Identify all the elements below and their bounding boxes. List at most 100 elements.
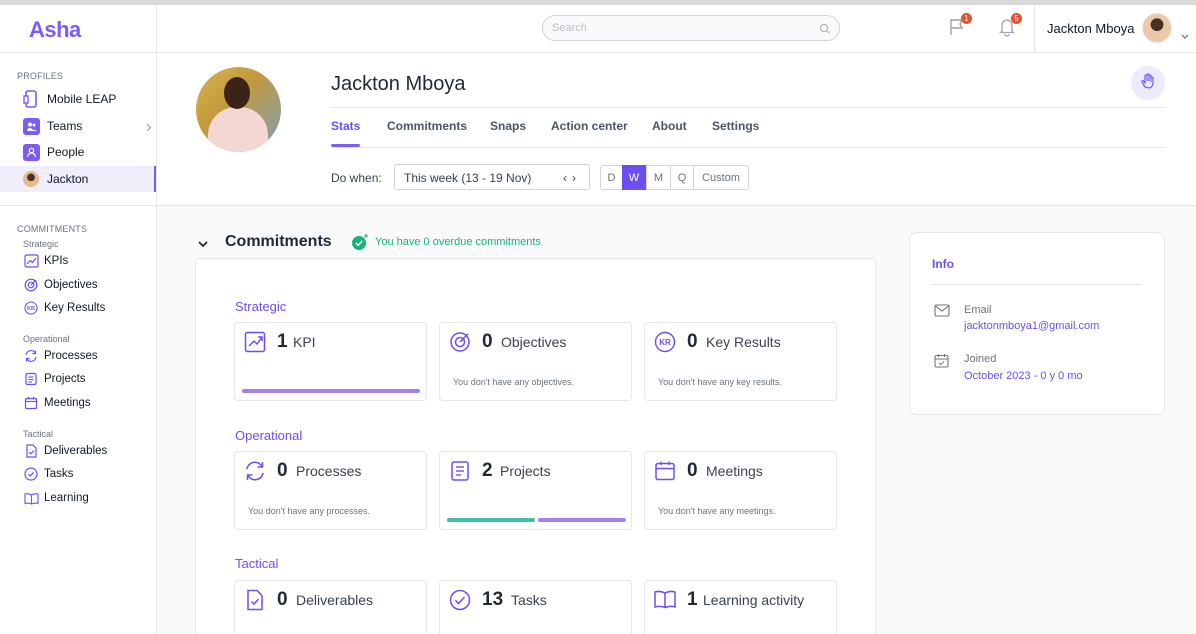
sidebar-item-jackton[interactable]: Jackton bbox=[0, 166, 156, 192]
commitments-title: Commitments bbox=[225, 233, 332, 250]
sidebar-item-key-results[interactable]: KR Key Results bbox=[0, 295, 156, 321]
user-avatar[interactable] bbox=[1142, 13, 1172, 43]
card-meetings[interactable]: 0 Meetings You don't have any meetings. bbox=[644, 451, 837, 530]
sidebar-item-teams[interactable]: Teams bbox=[0, 113, 156, 139]
check-circle-icon bbox=[22, 465, 40, 483]
tab-about[interactable]: About bbox=[652, 119, 687, 133]
joined-value: October 2023 - 0 y 0 mo bbox=[964, 370, 1083, 382]
card-processes[interactable]: 0 Processes You don't have any processes… bbox=[234, 451, 427, 530]
card-count: 1 bbox=[687, 589, 698, 610]
tab-settings[interactable]: Settings bbox=[712, 119, 759, 133]
sidebar-item-label: Teams bbox=[47, 119, 83, 133]
top-bar: Asha 1 5 Jackton Mboya bbox=[0, 0, 1196, 53]
notification-badge: 5 bbox=[1011, 13, 1022, 24]
collapse-chevron-icon[interactable] bbox=[197, 236, 209, 254]
profile-name: Jackton Mboya bbox=[331, 73, 466, 95]
tab-snaps[interactable]: Snaps bbox=[490, 119, 526, 133]
avatar bbox=[22, 170, 40, 188]
card-projects[interactable]: 2 Projects bbox=[439, 451, 632, 530]
wave-button[interactable] bbox=[1131, 66, 1165, 100]
sidebar-item-meetings[interactable]: Meetings bbox=[0, 390, 156, 416]
trend-chart-icon bbox=[244, 331, 266, 353]
flag-badge: 1 bbox=[961, 13, 972, 24]
app-logo[interactable]: Asha bbox=[29, 17, 81, 43]
sidebar-item-label: Meetings bbox=[44, 397, 91, 409]
card-name: Deliverables bbox=[296, 592, 374, 608]
divider bbox=[331, 107, 1165, 108]
card-name: Processes bbox=[296, 463, 362, 479]
sidebar-item-label: Jackton bbox=[47, 172, 89, 186]
period-month[interactable]: M bbox=[646, 165, 671, 190]
empty-message: You don't have any key results. bbox=[658, 377, 782, 387]
search-box[interactable] bbox=[542, 15, 840, 41]
period-custom[interactable]: Custom bbox=[693, 165, 749, 190]
card-name: Learning activity bbox=[703, 592, 805, 608]
book-icon bbox=[22, 489, 40, 507]
card-count: 0 bbox=[687, 460, 698, 481]
flag-button[interactable]: 1 bbox=[948, 13, 972, 42]
clipboard-icon bbox=[22, 370, 40, 388]
card-name: Tasks bbox=[511, 592, 547, 608]
card-deliverables[interactable]: 0 Deliverables bbox=[234, 580, 427, 634]
tab-commitments[interactable]: Commitments bbox=[387, 119, 467, 133]
card-name: Key Results bbox=[706, 334, 781, 350]
period-quarter[interactable]: Q bbox=[670, 165, 694, 190]
period-day[interactable]: D bbox=[600, 165, 623, 190]
card-count: 0 bbox=[277, 589, 288, 610]
card-objectives[interactable]: 0 Objectives You don't have any objectiv… bbox=[439, 322, 632, 401]
card-count: 0 bbox=[277, 460, 288, 481]
tab-action-center[interactable]: Action center bbox=[551, 119, 628, 133]
sidebar-item-learning[interactable]: Learning bbox=[0, 485, 156, 511]
sidebar-item-label: Key Results bbox=[44, 302, 106, 314]
document-check-icon bbox=[22, 442, 40, 460]
group-label-tactical: Tactical bbox=[235, 556, 279, 571]
sidebar-item-projects[interactable]: Projects bbox=[0, 366, 156, 392]
sidebar-item-people[interactable]: People bbox=[0, 139, 156, 165]
sidebar-item-label: Projects bbox=[44, 373, 86, 385]
sidebar-item-label: Mobile LEAP bbox=[47, 92, 117, 106]
sidebar-item-mobile-leap[interactable]: Mobile LEAP bbox=[0, 86, 156, 112]
card-kpi[interactable]: 1 KPI bbox=[234, 322, 427, 401]
card-count: 13 bbox=[482, 589, 504, 610]
sidebar-item-label: KPIs bbox=[44, 255, 69, 267]
progress-bar-segment bbox=[538, 518, 626, 522]
sidebar-item-kpis[interactable]: KPIs bbox=[0, 248, 156, 274]
divider bbox=[331, 147, 1165, 148]
week-nav-arrows[interactable]: ‹› bbox=[563, 171, 581, 185]
info-title: Info bbox=[932, 257, 954, 271]
hand-wave-icon bbox=[1139, 72, 1157, 95]
commitments-panel: Strategic 1 KPI 0 Objectives You don't h… bbox=[195, 258, 876, 634]
email-value[interactable]: jacktonmboya1@gmail.com bbox=[964, 320, 1099, 332]
card-name: Objectives bbox=[501, 334, 567, 350]
svg-text:KR: KR bbox=[27, 306, 35, 312]
sidebar-item-label: Processes bbox=[44, 350, 98, 362]
group-label-strategic: Strategic bbox=[235, 299, 287, 314]
card-key-results[interactable]: KR 0 Key Results You don't have any key … bbox=[644, 322, 837, 401]
card-count: 0 bbox=[482, 331, 493, 352]
card-learning[interactable]: 1 Learning activity bbox=[644, 580, 837, 634]
period-week[interactable]: W bbox=[622, 165, 646, 190]
calendar-check-icon bbox=[934, 353, 949, 373]
refresh-icon bbox=[244, 460, 266, 482]
user-menu-name[interactable]: Jackton Mboya bbox=[1047, 21, 1134, 36]
notifications-button[interactable]: 5 bbox=[998, 13, 1022, 42]
sidebar-item-label: Learning bbox=[44, 492, 89, 504]
chevron-right-icon bbox=[146, 121, 152, 135]
card-tasks[interactable]: 13 Tasks bbox=[439, 580, 632, 634]
check-circle-icon bbox=[449, 589, 471, 611]
divider bbox=[932, 284, 1142, 285]
progress-bar-segment bbox=[447, 518, 535, 522]
empty-message: You don't have any meetings. bbox=[658, 506, 776, 516]
search-icon[interactable] bbox=[819, 22, 831, 40]
sidebar-item-tasks[interactable]: Tasks bbox=[0, 461, 156, 487]
chevron-down-icon[interactable] bbox=[1181, 27, 1189, 45]
card-name: Projects bbox=[500, 463, 551, 479]
card-name: KPI bbox=[293, 334, 316, 350]
key-results-icon: KR bbox=[22, 299, 40, 317]
person-icon bbox=[22, 143, 40, 161]
tab-stats[interactable]: Stats bbox=[331, 119, 360, 133]
search-input[interactable] bbox=[543, 16, 803, 40]
week-selector[interactable]: This week (13 - 19 Nov) ‹› bbox=[394, 164, 590, 190]
sidebar-section-profiles: PROFILES bbox=[17, 71, 64, 81]
trend-chart-icon bbox=[22, 252, 40, 270]
